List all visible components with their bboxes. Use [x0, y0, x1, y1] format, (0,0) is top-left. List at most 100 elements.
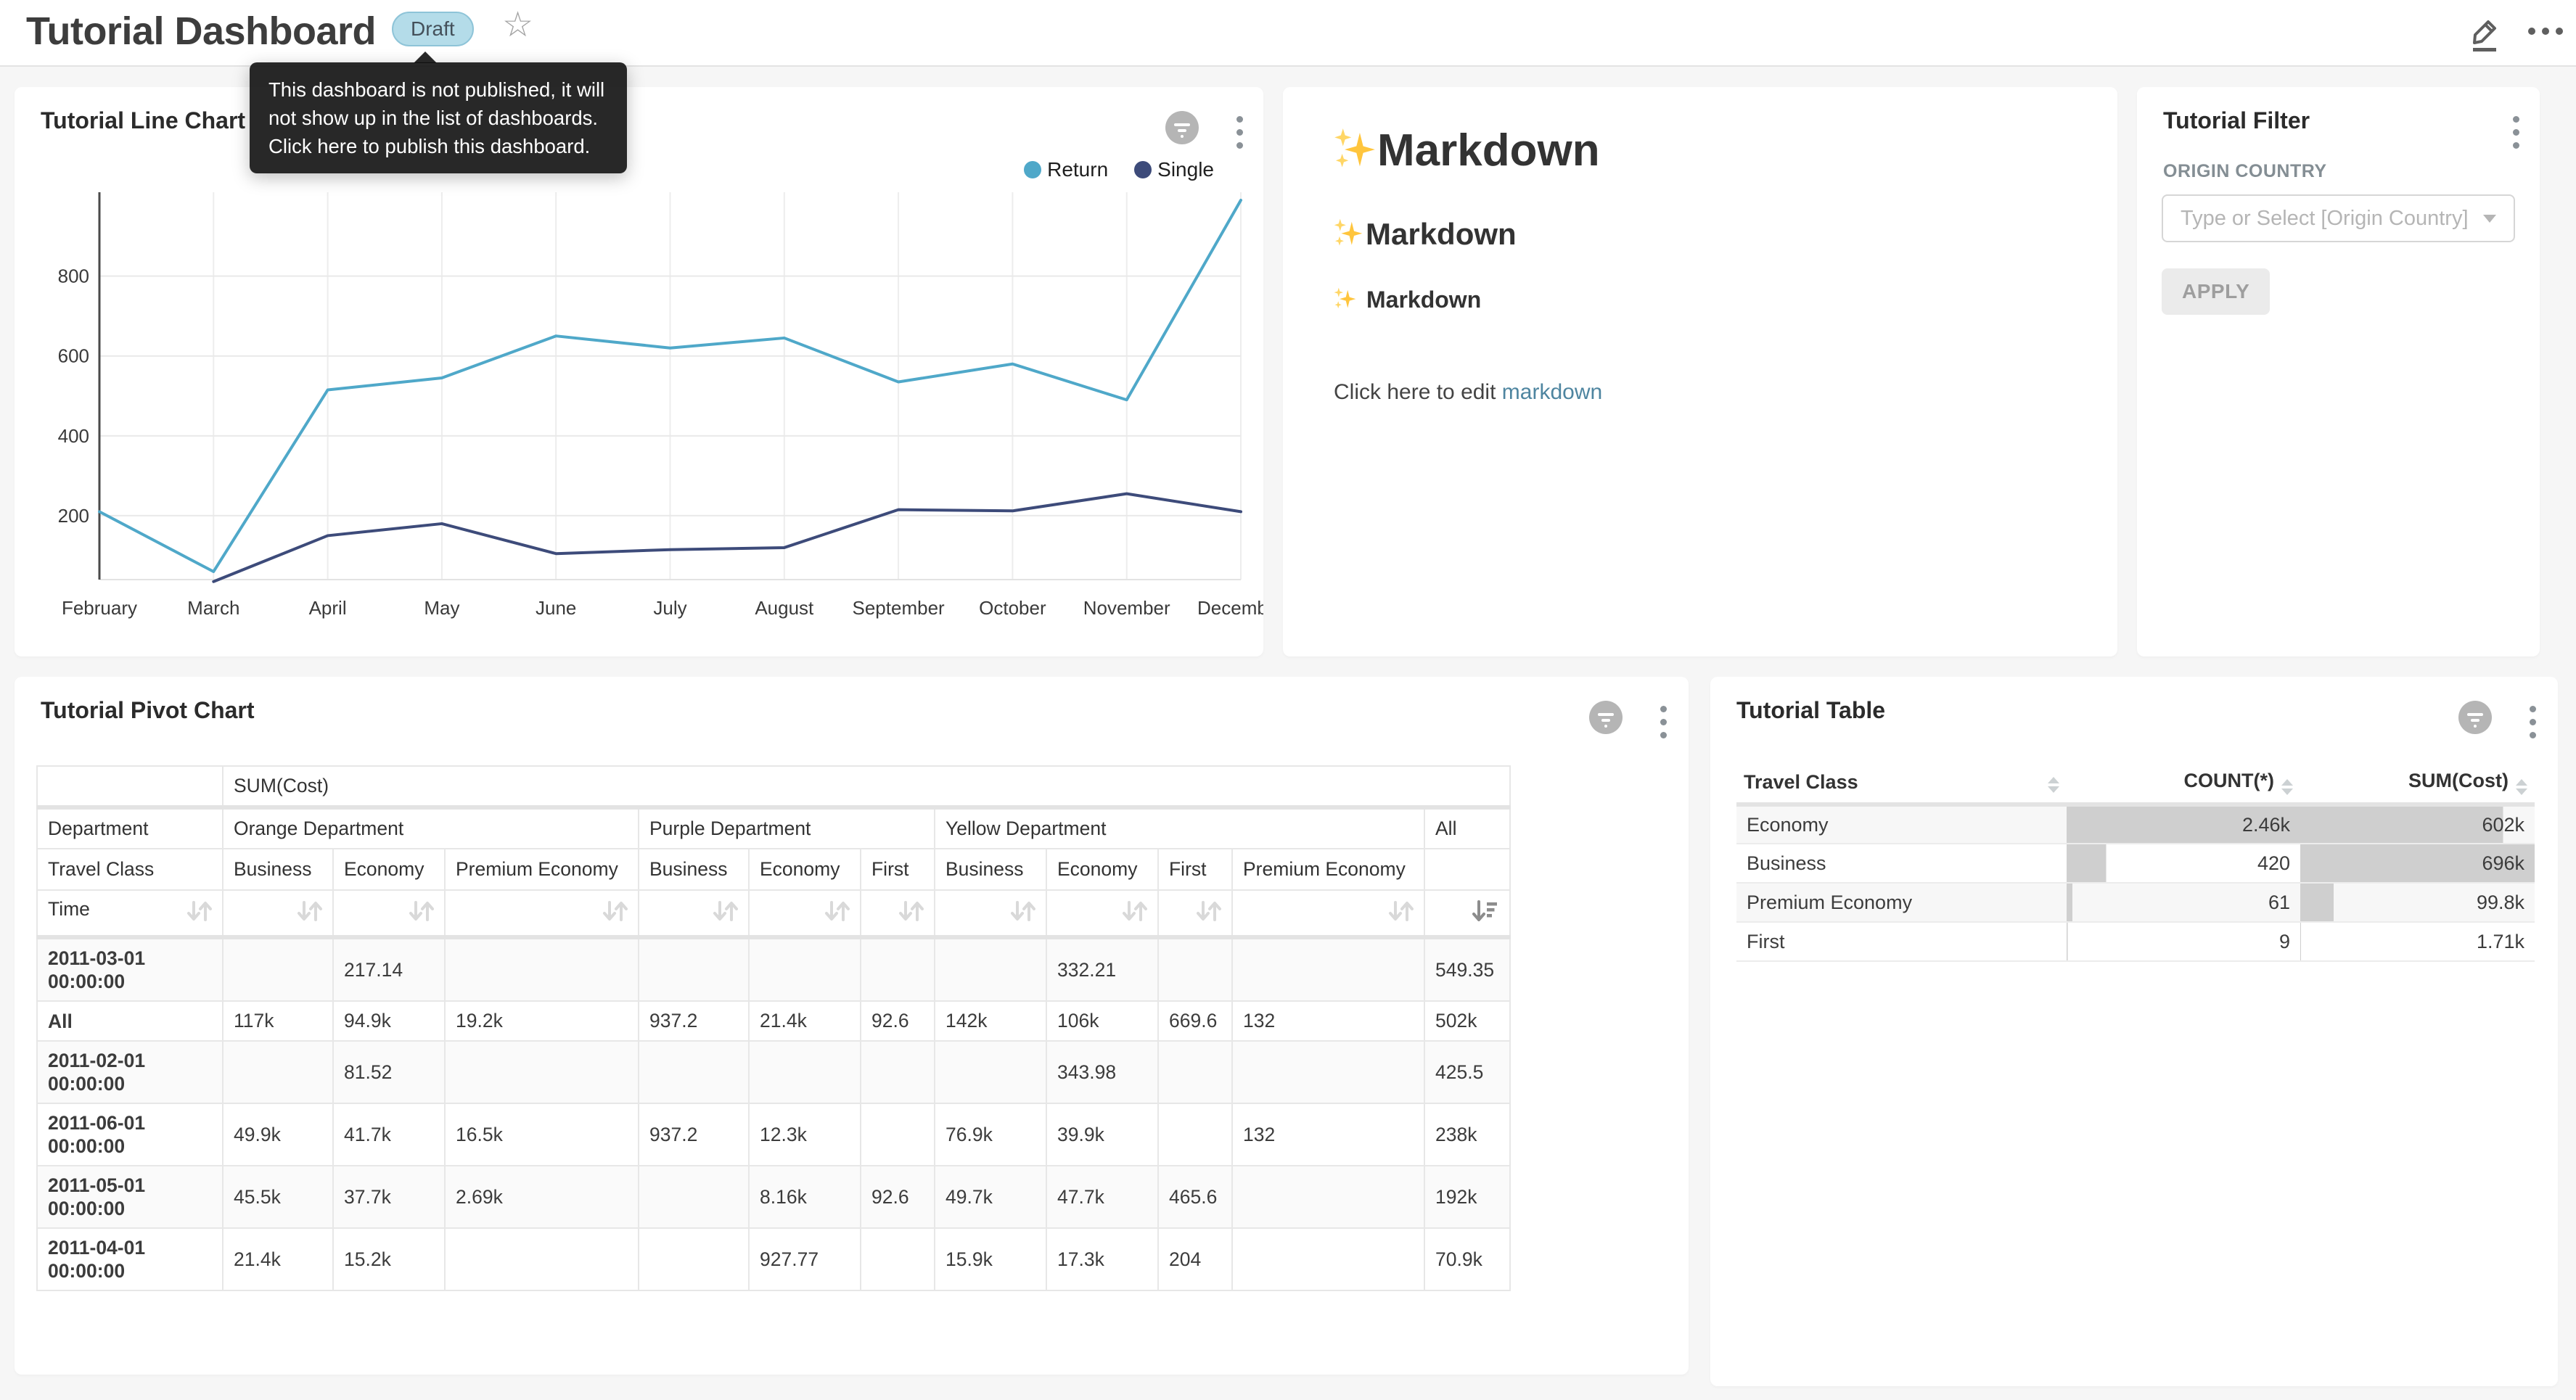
pivot-row-label: 2011-05-0100:00:00: [37, 1166, 223, 1228]
tutorial-table: Travel ClassCOUNT(*)SUM(Cost)Economy2.46…: [1736, 762, 2535, 962]
pivot-value-cell: 17.3k: [1046, 1228, 1158, 1290]
pivot-value-cell: 49.7k: [935, 1166, 1046, 1228]
pivot-row: 2011-04-0100:00:0021.4k15.2k927.7715.9k1…: [37, 1228, 1510, 1290]
pivot-value-cell: 19.2k: [445, 1001, 639, 1041]
pivot-sort-cell: [861, 890, 935, 937]
pivot-value-cell: 47.7k: [1046, 1166, 1158, 1228]
sort-carets-icon: [2516, 779, 2527, 795]
y-tick-label: 600: [58, 345, 89, 367]
travel-class-cell: Business: [1736, 844, 2067, 883]
pivot-value-cell: [1232, 937, 1424, 1001]
filter-menu-icon[interactable]: [2513, 116, 2519, 149]
col-header-travel-class[interactable]: Travel Class: [1736, 762, 2067, 804]
pivot-sort-cell: [445, 890, 639, 937]
markdown-card[interactable]: Markdown Markdown Markdown Click here to…: [1283, 87, 2117, 656]
more-menu-icon[interactable]: [2528, 28, 2563, 35]
page-title: Tutorial Dashboard: [26, 9, 376, 54]
pivot-value-cell: 2.69k: [445, 1166, 639, 1228]
pivot-group-header: Orange Department: [223, 807, 639, 849]
pivot-sort-cell: [639, 890, 749, 937]
chevron-down-icon: [2483, 215, 2496, 223]
sort-icon[interactable]: [408, 899, 434, 928]
sum-cell: 696k: [2300, 844, 2535, 883]
pivot-group-header: Yellow Department: [935, 807, 1424, 849]
pivot-value-cell: 81.52: [333, 1041, 445, 1103]
x-tick-label: August: [755, 597, 814, 619]
legend-item-single[interactable]: Single: [1134, 158, 1214, 181]
sort-carets-icon: [2048, 777, 2059, 793]
sort-icon[interactable]: [1195, 899, 1221, 928]
sort-icon[interactable]: [1387, 899, 1414, 928]
pivot-value-cell: 425.5: [1424, 1041, 1510, 1103]
y-tick-label: 200: [58, 505, 89, 527]
sort-icon[interactable]: [186, 899, 212, 928]
sort-carets-icon: [2281, 779, 2293, 795]
pivot-value-cell: 132: [1232, 1001, 1424, 1041]
pivot-col-header: Economy: [749, 849, 861, 890]
x-tick-label: October: [979, 597, 1046, 619]
pivot-value-cell: [1232, 1166, 1424, 1228]
line-chart-card: 200400600800FebruaryMarchAprilMayJuneJul…: [15, 87, 1263, 656]
filter-indicator-icon[interactable]: [1588, 700, 1623, 735]
apply-button[interactable]: APPLY: [2162, 268, 2270, 315]
pivot-value-cell: 49.9k: [223, 1103, 333, 1166]
pivot-value-cell: 465.6: [1158, 1166, 1232, 1228]
chart-menu-icon[interactable]: [1660, 706, 1667, 738]
x-tick-label: March: [187, 597, 239, 619]
x-tick-label: May: [424, 597, 459, 619]
pivot-row-label: 2011-03-0100:00:00: [37, 937, 223, 1001]
pivot-sort-cell: [1046, 890, 1158, 937]
sort-icon[interactable]: [712, 899, 738, 928]
edit-pencil-icon[interactable]: [2466, 12, 2503, 54]
filter-indicator-icon[interactable]: [1165, 110, 1199, 145]
chart-menu-icon[interactable]: [1236, 116, 1243, 149]
sort-icon[interactable]: [1009, 899, 1035, 928]
pivot-value-cell: 332.21: [1046, 937, 1158, 1001]
pivot-value-cell: 106k: [1046, 1001, 1158, 1041]
draft-status-badge[interactable]: Draft: [392, 12, 474, 46]
x-tick-label: November: [1083, 597, 1170, 619]
pivot-value-cell: [861, 1103, 935, 1166]
pivot-time-header: Time: [37, 890, 223, 937]
pivot-value-cell: [223, 937, 333, 1001]
pivot-value-cell: 92.6: [861, 1166, 935, 1228]
pivot-value-cell: 669.6: [1158, 1001, 1232, 1041]
sort-icon[interactable]: [602, 899, 628, 928]
pivot-value-cell: 937.2: [639, 1103, 749, 1166]
sort-icon[interactable]: [824, 899, 850, 928]
pivot-value-cell: 70.9k: [1424, 1228, 1510, 1290]
table-card: Tutorial Table Travel ClassCOUNT(*)SUM(C…: [1710, 677, 2558, 1386]
pivot-value-cell: 204: [1158, 1228, 1232, 1290]
sort-icon[interactable]: [898, 899, 924, 928]
pivot-sort-row: Time: [37, 890, 1510, 937]
pivot-value-cell: [639, 937, 749, 1001]
favorite-star-icon[interactable]: ☆: [502, 4, 533, 45]
pivot-table: SUM(Cost)DepartmentOrange DepartmentPurp…: [36, 765, 1511, 1291]
pivot-value-cell: [1158, 1103, 1232, 1166]
legend-item-return[interactable]: Return: [1024, 158, 1108, 181]
col-header-count[interactable]: COUNT(*): [2067, 762, 2300, 804]
origin-country-select[interactable]: Type or Select [Origin Country]: [2162, 194, 2515, 242]
markdown-edit-link[interactable]: markdown: [1502, 380, 1602, 404]
table-title: Tutorial Table: [1736, 697, 1885, 724]
chart-menu-icon[interactable]: [2530, 706, 2536, 738]
pivot-col-header: First: [1158, 849, 1232, 890]
sort-icon[interactable]: [1121, 899, 1147, 928]
pivot-value-cell: 192k: [1424, 1166, 1510, 1228]
pivot-row-dim: Department: [37, 807, 223, 849]
pivot-sort-cell: [1424, 890, 1510, 937]
col-header-sum-cost[interactable]: SUM(Cost): [2300, 762, 2535, 804]
pivot-value-cell: [861, 937, 935, 1001]
filter-indicator-icon[interactable]: [2458, 700, 2493, 735]
sum-cell: 602k: [2300, 804, 2535, 844]
pivot-row: 2011-06-0100:00:0049.9k41.7k16.5k937.212…: [37, 1103, 1510, 1166]
pivot-row-label: 2011-04-0100:00:00: [37, 1228, 223, 1290]
pivot-value-cell: 45.5k: [223, 1166, 333, 1228]
pivot-value-cell: 8.16k: [749, 1166, 861, 1228]
pivot-metric-row: SUM(Cost): [37, 766, 1510, 807]
sum-cell: 1.71k: [2300, 922, 2535, 961]
sort-icon[interactable]: [296, 899, 322, 928]
filter-card-title: Tutorial Filter: [2163, 107, 2310, 134]
pivot-value-cell: [1158, 1041, 1232, 1103]
sort-desc-icon[interactable]: [1472, 899, 1499, 928]
